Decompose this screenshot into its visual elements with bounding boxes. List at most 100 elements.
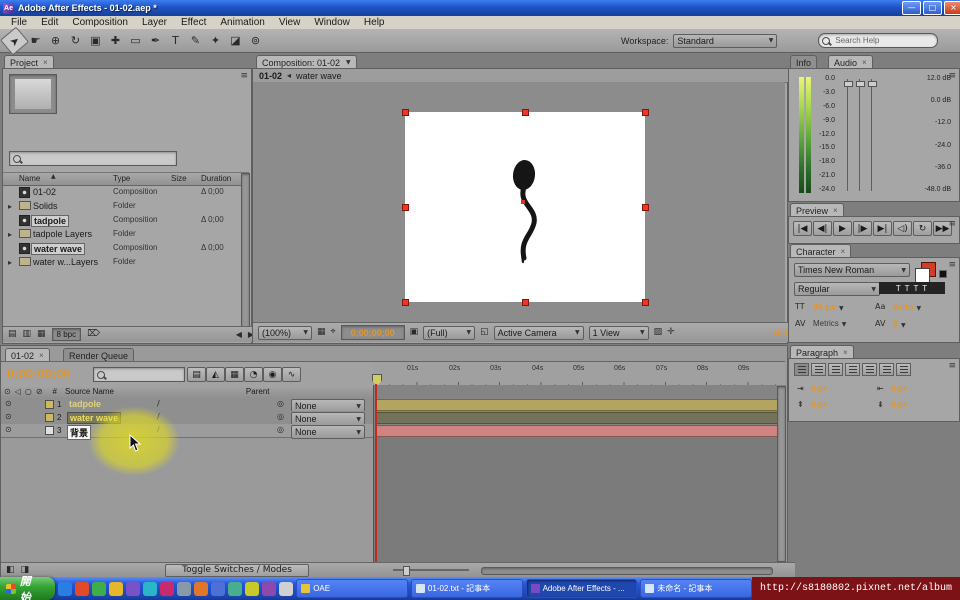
rotate-tool-icon[interactable]: ↻ [66, 32, 85, 50]
next-frame-button[interactable]: |▶ [853, 221, 872, 236]
type-tool-icon[interactable]: T [166, 32, 185, 50]
audio-fader-right[interactable] [871, 79, 872, 191]
timeline-hscrollbar[interactable] [481, 567, 773, 575]
quicklaunch-icon[interactable] [279, 582, 293, 596]
quicklaunch-icon[interactable] [143, 582, 157, 596]
layer-bar-background[interactable] [375, 425, 785, 437]
project-row[interactable]: water wave Composition Δ 0;00 [6, 242, 242, 256]
close-button[interactable]: × [944, 1, 960, 15]
quicklaunch-icon[interactable] [228, 582, 242, 596]
menu-composition[interactable]: Composition [65, 17, 135, 28]
indent-right-value[interactable]: 0 px [891, 384, 907, 393]
parent-pickwhip-icon[interactable]: ◎ [277, 426, 284, 434]
align-center-button[interactable] [811, 363, 826, 376]
tab-render-queue[interactable]: Render Queue [63, 348, 134, 362]
fader-knob[interactable] [856, 81, 865, 87]
breadcrumb-comp[interactable]: 01-02 [259, 71, 282, 81]
taskbar-button-after-effects[interactable]: Adobe After Effects - ... [526, 579, 638, 598]
align-left-button[interactable] [794, 363, 809, 376]
panel-menu-icon[interactable]: ≡ [948, 260, 956, 270]
leading-value[interactable]: Auto [893, 302, 921, 312]
taskbar-button-oae[interactable]: OAE [296, 579, 408, 598]
audio-fader-both[interactable] [859, 79, 860, 191]
pixel-aspect-icon[interactable]: ✛ [667, 328, 675, 337]
workspace-select[interactable]: Standard [673, 34, 777, 48]
fader-knob[interactable] [844, 81, 853, 87]
layer-row[interactable]: ⊙ 3 背景 / ◎ None [1, 424, 373, 438]
comp-viewer[interactable] [253, 82, 785, 322]
project-row[interactable]: tadpole Layers Folder [6, 228, 242, 242]
menu-window[interactable]: Window [307, 17, 357, 28]
mask-shape-tool-icon[interactable]: ▭ [126, 32, 145, 50]
taskbar-button-notepad-0102[interactable]: 01-02.txt - 記事本 [411, 579, 523, 598]
parent-pickwhip-icon[interactable]: ◎ [277, 413, 284, 421]
pan-behind-tool-icon[interactable]: ✚ [106, 32, 125, 50]
layer-row[interactable]: ⊙ 2 water wave / ◎ None [1, 411, 373, 425]
quicklaunch-icon[interactable] [262, 582, 276, 596]
tab-info[interactable]: Info [790, 55, 817, 69]
interpret-footage-icon[interactable]: ▤ [8, 330, 17, 339]
maximize-button[interactable]: □ [923, 1, 942, 15]
panel-menu-icon[interactable]: ≡ [240, 71, 248, 81]
project-row[interactable]: tadpole Composition Δ 0;00 [6, 214, 242, 228]
tab-character[interactable]: Character [790, 244, 851, 258]
quicklaunch-icon[interactable] [109, 582, 123, 596]
fill-color-swatch[interactable] [915, 268, 930, 283]
frame-blend-button[interactable]: ◔ [244, 367, 263, 382]
breadcrumb-item[interactable]: water wave [296, 71, 342, 81]
space-after-value[interactable]: 0 px [891, 400, 907, 409]
help-search-input[interactable] [833, 35, 923, 46]
eye-icon[interactable]: ⊙ [5, 400, 12, 408]
project-row[interactable]: 01-02 Composition Δ 0;00 [6, 186, 242, 200]
justify-all-button[interactable] [896, 363, 911, 376]
quicklaunch-icon[interactable] [211, 582, 225, 596]
audio-toggle-button[interactable]: ◁) [893, 221, 912, 236]
default-colors-swatch[interactable] [939, 270, 947, 278]
new-composition-icon[interactable]: ▦ [37, 330, 46, 339]
font-family-select[interactable]: Times New Roman [794, 263, 910, 277]
font-style-select[interactable]: Regular [794, 282, 880, 296]
tab-timeline-01-02[interactable]: 01-02 [5, 348, 50, 362]
layer-bar-water-wave[interactable] [375, 412, 785, 424]
eye-icon[interactable]: ⊙ [5, 413, 12, 421]
previous-frame-button[interactable]: ◀| [813, 221, 832, 236]
menu-animation[interactable]: Animation [213, 17, 271, 28]
tab-preview[interactable]: Preview [790, 203, 844, 217]
puppet-pin-tool-icon[interactable]: ⊚ [246, 32, 265, 50]
snapshot-icon[interactable]: ▣ [410, 328, 419, 337]
fader-knob[interactable] [868, 81, 877, 87]
quality-switch-icon[interactable]: / [157, 400, 160, 408]
scroll-left-icon[interactable]: ◀ [236, 331, 242, 339]
parent-pickwhip-icon[interactable]: ◎ [277, 400, 284, 408]
selection-handle[interactable] [522, 109, 529, 116]
selection-handle[interactable] [402, 299, 409, 306]
eye-icon[interactable]: ⊙ [5, 426, 12, 434]
quicklaunch-icon[interactable] [126, 582, 140, 596]
region-of-interest-icon[interactable]: ◱ [480, 328, 489, 337]
brush-tool-icon[interactable]: ✎ [186, 32, 205, 50]
selection-handle[interactable] [642, 204, 649, 211]
justify-last-center-button[interactable] [862, 363, 877, 376]
last-frame-button[interactable]: ▶| [873, 221, 892, 236]
layer-name-edit[interactable]: 背景 [67, 425, 91, 440]
align-right-button[interactable] [828, 363, 843, 376]
view-layout-select[interactable]: 1 View [589, 326, 649, 340]
first-frame-button[interactable]: |◀ [793, 221, 812, 236]
toggle-switches-modes-button[interactable]: Toggle Switches / Modes [165, 564, 309, 577]
motion-blur-button[interactable]: ◉ [263, 367, 282, 382]
project-scrollbar[interactable] [241, 173, 250, 335]
layer-bar-tadpole[interactable] [375, 399, 785, 411]
quality-switch-icon[interactable]: / [157, 426, 160, 434]
layer-name[interactable]: tadpole [67, 399, 103, 409]
tab-audio[interactable]: Audio [828, 55, 873, 69]
taskbar-button-notepad-untitled[interactable]: 未命名 - 記事本 [640, 579, 752, 598]
justify-last-right-button[interactable] [879, 363, 894, 376]
menu-file[interactable]: File [4, 17, 34, 28]
label-color-swatch[interactable] [45, 413, 54, 422]
loop-button[interactable]: ↻ [913, 221, 932, 236]
kerning-value[interactable]: Metrics [813, 319, 846, 328]
pen-tool-icon[interactable]: ✒ [146, 32, 165, 50]
menu-effect[interactable]: Effect [174, 17, 213, 28]
font-size-value[interactable]: 36 px [813, 302, 844, 312]
time-ruler[interactable]: 01s 02s 03s 04s 05s 06s 07s 08s 09s [373, 361, 785, 387]
